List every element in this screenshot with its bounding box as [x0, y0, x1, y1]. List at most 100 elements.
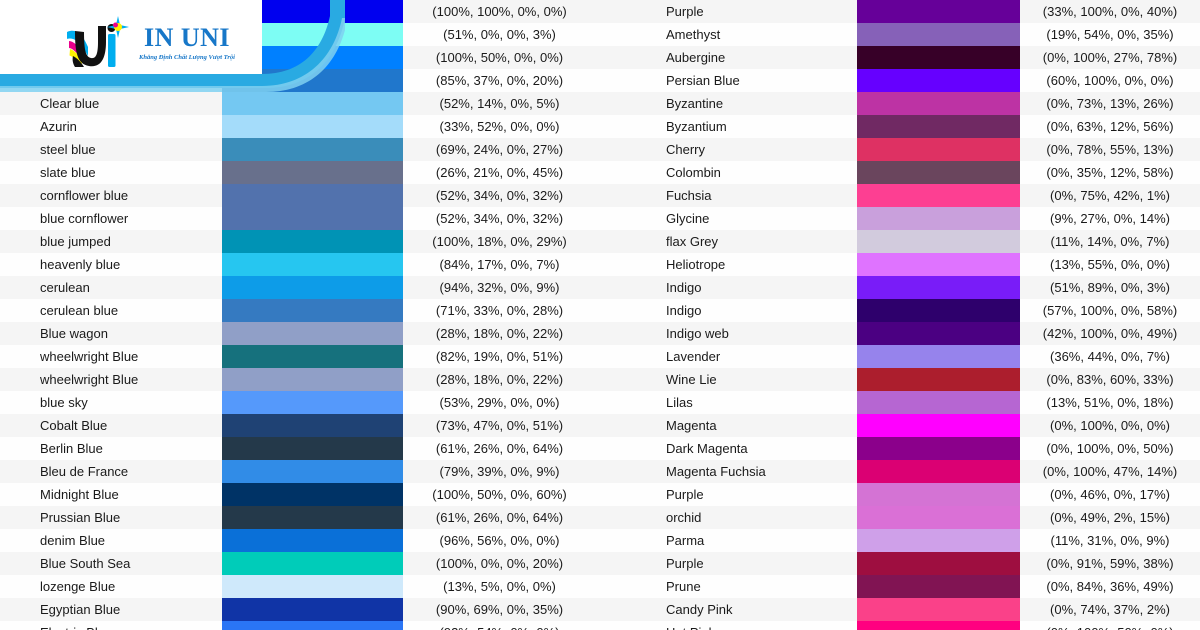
table-row[interactable]: Fuchsia (0%, 75%, 42%, 1%) [636, 184, 1200, 207]
cmyk-value-cell: (33%, 100%, 0%, 40%) [1042, 4, 1178, 19]
color-name-cell: Prune [666, 579, 701, 594]
color-swatch [222, 253, 403, 276]
color-name-cell: Blue wagon [40, 326, 108, 341]
color-name-cell: Glycine [666, 211, 710, 226]
color-name-cell: Colombin [666, 165, 721, 180]
table-row[interactable]: Bleu de France (79%, 39%, 0%, 9%) [0, 460, 636, 483]
table-row[interactable]: slate blue (26%, 21%, 0%, 45%) [0, 161, 636, 184]
logo-tagline: Khẳng Định Chất Lượng Vượt Trội [139, 54, 235, 61]
table-row[interactable]: blue sky (53%, 29%, 0%, 0%) [0, 391, 636, 414]
table-row[interactable]: Purple (33%, 100%, 0%, 40%) [636, 0, 1200, 23]
table-row[interactable]: orchid (0%, 49%, 2%, 15%) [636, 506, 1200, 529]
cmyk-value-cell: (52%, 34%, 0%, 32%) [435, 211, 564, 226]
color-swatch [222, 138, 403, 161]
table-row[interactable]: denim Blue (96%, 56%, 0%, 0%) [0, 529, 636, 552]
table-row[interactable]: wheelwright Blue (82%, 19%, 0%, 51%) [0, 345, 636, 368]
table-row[interactable]: Magenta Fuchsia (0%, 100%, 47%, 14%) [636, 460, 1200, 483]
table-row[interactable]: steel blue (69%, 24%, 0%, 27%) [0, 138, 636, 161]
color-name-cell: Prussian Blue [40, 510, 121, 525]
cmyk-value-cell: (0%, 35%, 12%, 58%) [1046, 165, 1174, 180]
table-row[interactable]: blue cornflower (52%, 34%, 0%, 32%) [0, 207, 636, 230]
cmyk-value-cell: (0%, 100%, 0%, 50%) [1046, 441, 1174, 456]
color-swatch [857, 207, 1020, 230]
table-row[interactable]: blue jumped (100%, 18%, 0%, 29%) [0, 230, 636, 253]
color-name-cell: Purple [666, 487, 704, 502]
color-tables: Blue(100%, 100%, 0%, 0%)Aquamarine(51%, … [0, 0, 1200, 630]
cmyk-value-cell: (61%, 26%, 0%, 64%) [435, 510, 564, 525]
table-row[interactable]: Lavender (36%, 44%, 0%, 7%) [636, 345, 1200, 368]
table-row[interactable]: Egyptian Blue (90%, 69%, 0%, 35%) [0, 598, 636, 621]
table-row[interactable]: Byzantine (0%, 73%, 13%, 26%) [636, 92, 1200, 115]
color-swatch [857, 437, 1020, 460]
color-name-cell: Midnight Blue [40, 487, 119, 502]
cmyk-value-cell: (100%, 100%, 0%, 0%) [432, 4, 567, 19]
table-row[interactable]: lozenge Blue (13%, 5%, 0%, 0%) [0, 575, 636, 598]
table-row[interactable]: Wine Lie (0%, 83%, 60%, 33%) [636, 368, 1200, 391]
color-swatch [857, 230, 1020, 253]
color-swatch [857, 69, 1020, 92]
table-row[interactable]: Aubergine (0%, 100%, 27%, 78%) [636, 46, 1200, 69]
table-row[interactable]: Blue wagon (28%, 18%, 0%, 22%) [0, 322, 636, 345]
cmyk-value-cell: (57%, 100%, 0%, 58%) [1042, 303, 1178, 318]
table-row[interactable]: cerulean (94%, 32%, 0%, 9%) [0, 276, 636, 299]
color-name-cell: Purple [666, 4, 704, 19]
cmyk-value-cell: (0%, 100%, 47%, 14%) [1042, 464, 1178, 479]
table-row[interactable]: Magenta (0%, 100%, 0%, 0%) [636, 414, 1200, 437]
table-row[interactable]: Blue South Sea (100%, 0%, 0%, 20%) [0, 552, 636, 575]
cmyk-value-cell: (0%, 75%, 42%, 1%) [1050, 188, 1170, 203]
cmyk-value-cell: (0%, 100%, 27%, 78%) [1042, 50, 1178, 65]
table-row[interactable]: Cobalt Blue (73%, 47%, 0%, 51%) [0, 414, 636, 437]
table-row[interactable]: Indigo web (42%, 100%, 0%, 49%) [636, 322, 1200, 345]
color-name-cell: blue cornflower [40, 211, 129, 226]
table-row[interactable]: Purple (0%, 46%, 0%, 17%) [636, 483, 1200, 506]
brand-logo[interactable]: IN UNI Khẳng Định Chất Lượng Vượt Trội [58, 12, 235, 74]
cmyk-value-cell: (52%, 14%, 0%, 5%) [439, 96, 560, 111]
cmyk-value-cell: (0%, 100%, 50%, 0%) [1020, 621, 1200, 630]
color-swatch [222, 230, 403, 253]
color-swatch [222, 115, 403, 138]
table-row[interactable]: Amethyst (19%, 54%, 0%, 35%) [636, 23, 1200, 46]
table-row[interactable]: Midnight Blue (100%, 50%, 0%, 60%) [0, 483, 636, 506]
table-row[interactable]: Byzantium (0%, 63%, 12%, 56%) [636, 115, 1200, 138]
table-row[interactable]: Prune (0%, 84%, 36%, 49%) [636, 575, 1200, 598]
table-row[interactable]: Lilas (13%, 51%, 0%, 18%) [636, 391, 1200, 414]
table-row[interactable]: cornflower blue (52%, 34%, 0%, 32%) [0, 184, 636, 207]
table-row[interactable]: flax Grey (11%, 14%, 0%, 7%) [636, 230, 1200, 253]
table-row[interactable]: Indigo (51%, 89%, 0%, 3%) [636, 276, 1200, 299]
table-row[interactable]: wheelwright Blue (28%, 18%, 0%, 22%) [0, 368, 636, 391]
table-row[interactable]: Cherry (0%, 78%, 55%, 13%) [636, 138, 1200, 161]
color-name-cell: Bleu de France [40, 464, 129, 479]
color-name-cell: Egyptian Blue [40, 602, 121, 617]
table-row[interactable]: Clear blue (52%, 14%, 0%, 5%) [0, 92, 636, 115]
table-row[interactable]: heavenly blue (84%, 17%, 0%, 7%) [0, 253, 636, 276]
table-row[interactable]: cerulean blue (71%, 33%, 0%, 28%) [0, 299, 636, 322]
table-row[interactable]: Indigo (57%, 100%, 0%, 58%) [636, 299, 1200, 322]
cmyk-value-cell: (9%, 27%, 0%, 14%) [1050, 211, 1170, 226]
cmyk-value-cell: (61%, 26%, 0%, 64%) [435, 441, 564, 456]
table-row[interactable]: Electric Blue (92%, 54%, 0%, 0%) [0, 621, 636, 630]
table-row[interactable]: Dark Magenta (0%, 100%, 0%, 50%) [636, 437, 1200, 460]
color-name-cell: slate blue [40, 165, 96, 180]
table-row[interactable]: Glycine (9%, 27%, 0%, 14%) [636, 207, 1200, 230]
color-name-cell: heavenly blue [40, 257, 121, 272]
color-swatch [222, 460, 403, 483]
cmyk-value-cell: (11%, 31%, 0%, 9%) [1050, 533, 1170, 548]
table-row[interactable]: Parma (11%, 31%, 0%, 9%) [636, 529, 1200, 552]
color-swatch [222, 299, 403, 322]
cmyk-value-cell: (42%, 100%, 0%, 49%) [1042, 326, 1178, 341]
table-row[interactable]: Purple (0%, 91%, 59%, 38%) [636, 552, 1200, 575]
color-swatch [222, 207, 403, 230]
table-row[interactable]: Persian Blue (60%, 100%, 0%, 0%) [636, 69, 1200, 92]
table-row[interactable]: Berlin Blue (61%, 26%, 0%, 64%) [0, 437, 636, 460]
color-name-cell: Indigo web [666, 326, 729, 341]
color-swatch [857, 529, 1020, 552]
table-row[interactable]: Azurin (33%, 52%, 0%, 0%) [0, 115, 636, 138]
table-row[interactable]: Hot Pink (0%, 100%, 50%, 0%) [636, 621, 1200, 630]
table-row[interactable]: Heliotrope (13%, 55%, 0%, 0%) [636, 253, 1200, 276]
table-row[interactable]: Colombin (0%, 35%, 12%, 58%) [636, 161, 1200, 184]
color-name-cell: blue jumped [40, 234, 111, 249]
cmyk-value-cell: (13%, 51%, 0%, 18%) [1046, 395, 1174, 410]
cmyk-value-cell: (0%, 91%, 59%, 38%) [1046, 556, 1174, 571]
table-row[interactable]: Candy Pink (0%, 74%, 37%, 2%) [636, 598, 1200, 621]
table-row[interactable]: Prussian Blue (61%, 26%, 0%, 64%) [0, 506, 636, 529]
